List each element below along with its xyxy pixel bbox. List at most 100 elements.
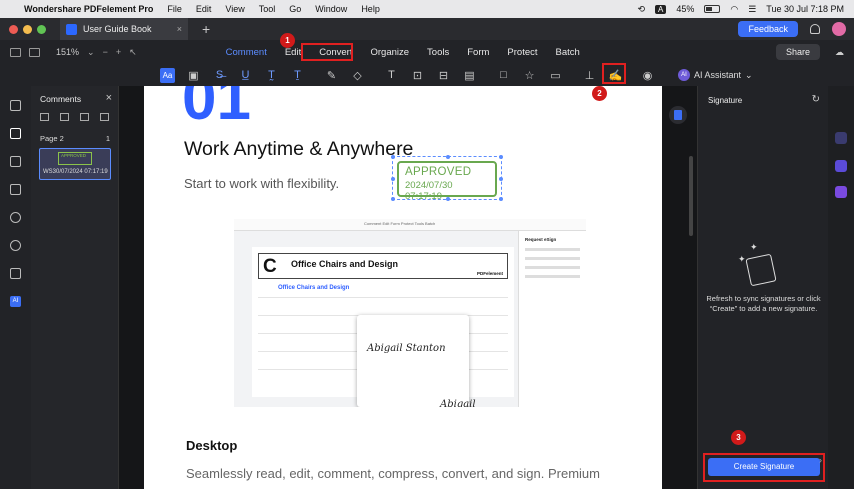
user-avatar[interactable]	[832, 22, 846, 36]
new-tab-button[interactable]: +	[202, 21, 210, 37]
page-subheading: Start to work with flexibility.	[184, 176, 340, 191]
zoom-level[interactable]: 151%	[56, 47, 79, 57]
feedback-button[interactable]: Feedback	[738, 21, 798, 37]
app-name-menu[interactable]: Wondershare PDFelement Pro	[24, 4, 153, 14]
approved-stamp-selection[interactable]: APPROVED 2024/07/30 07:17:19	[391, 155, 503, 202]
close-icon[interactable]: ×	[106, 92, 112, 104]
attachment-icon[interactable]	[10, 212, 21, 223]
menu-go[interactable]: Go	[289, 4, 301, 14]
inner-document: C Office Chairs and Design PDFelement Of…	[252, 247, 514, 407]
menu-edit[interactable]: Edit	[196, 4, 212, 14]
pdf-page[interactable]: 01 Work Anytime & Anywhere Start to work…	[144, 86, 662, 489]
vertical-scrollbar[interactable]	[689, 156, 693, 236]
menu-view[interactable]: View	[225, 4, 244, 14]
translate-icon[interactable]	[835, 186, 847, 198]
floating-convert-icon[interactable]	[669, 106, 687, 124]
zoom-dropdown-icon[interactable]: ⌄	[87, 47, 95, 58]
underline-icon[interactable]: U̲	[238, 68, 253, 83]
sort-comments-icon[interactable]	[100, 113, 109, 121]
upload-cloud-icon[interactable]: ☁	[835, 47, 844, 58]
resize-handle[interactable]	[499, 177, 503, 181]
zoom-out-icon[interactable]: −	[103, 47, 108, 57]
import-comments-icon[interactable]	[40, 113, 49, 121]
comments-page-count[interactable]: 1	[106, 134, 110, 143]
tab-form[interactable]: Form	[458, 47, 498, 58]
page-thumbnails-icon[interactable]	[10, 100, 21, 111]
approved-stamp[interactable]: APPROVED 2024/07/30 07:17:19	[397, 161, 497, 202]
layers-icon[interactable]	[10, 268, 21, 279]
sticky-note-icon[interactable]: ▤	[462, 68, 477, 83]
bookmark-icon[interactable]	[10, 156, 21, 167]
stamp-icon[interactable]: ⊥	[582, 68, 597, 83]
checklist-icon[interactable]	[835, 160, 847, 172]
time-machine-icon[interactable]: ⟲	[637, 4, 645, 15]
search-icon[interactable]	[10, 240, 21, 251]
export-comments-icon[interactable]	[60, 113, 69, 121]
resize-handle[interactable]	[499, 197, 503, 201]
inner-signature-dialog: Abigail Stanton	[357, 315, 469, 407]
share-button[interactable]: Share	[775, 44, 820, 60]
signature-panel-title: Signature	[708, 96, 743, 105]
zoom-in-icon[interactable]: +	[116, 47, 121, 57]
menu-window[interactable]: Window	[315, 4, 347, 14]
close-tab-icon[interactable]: ×	[177, 24, 182, 34]
form-fields-icon[interactable]	[10, 184, 21, 195]
filter-comments-icon[interactable]	[80, 113, 89, 121]
pin-icon[interactable]: ☆	[522, 68, 537, 83]
resize-handle[interactable]	[499, 155, 503, 159]
page-view-icon[interactable]	[29, 47, 40, 57]
notification-bell-icon[interactable]	[810, 24, 820, 34]
tab-batch[interactable]: Batch	[547, 47, 589, 58]
ai-sidebar-icon[interactable]: AI	[10, 296, 21, 307]
inner-side-title: Request eSign	[525, 237, 557, 242]
text-callout-icon[interactable]: ⊟	[436, 68, 451, 83]
comment-item-stamp[interactable]: APPROVED WS30/07/2024 07:17:19	[39, 148, 111, 180]
menu-tool[interactable]: Tool	[259, 4, 276, 14]
highlight-text-icon[interactable]: Aa	[160, 67, 175, 83]
shape-rectangle-icon[interactable]: □	[496, 68, 511, 83]
wifi-icon[interactable]: ◠	[730, 4, 738, 15]
sidebar-toggle-icon[interactable]	[10, 47, 21, 57]
close-window-button[interactable]	[9, 24, 18, 34]
text-box-icon[interactable]: ⊡	[410, 68, 425, 83]
area-highlight-icon[interactable]: ▣	[186, 68, 201, 83]
menu-help[interactable]: Help	[361, 4, 380, 14]
embedded-app-screenshot: Comment Edit Form Protect Tools Batch C …	[234, 219, 586, 407]
document-canvas[interactable]: 01 Work Anytime & Anywhere Start to work…	[119, 86, 697, 489]
resize-handle[interactable]	[391, 197, 395, 201]
measure-icon[interactable]: ▭	[548, 68, 563, 83]
tab-comment[interactable]: Comment	[217, 47, 276, 58]
zoom-window-button[interactable]	[37, 24, 46, 34]
ai-assistant-icon: AI	[678, 69, 690, 81]
strikethrough-icon[interactable]: S̶	[212, 68, 227, 83]
resize-handle[interactable]	[446, 155, 450, 159]
refresh-icon[interactable]: ↻	[812, 94, 820, 105]
clock[interactable]: Tue 30 Jul 7:18 PM	[766, 4, 844, 14]
desktop-section-title: Desktop	[186, 438, 238, 453]
comments-panel-icon[interactable]	[10, 128, 21, 139]
resize-handle[interactable]	[391, 177, 395, 181]
tab-protect[interactable]: Protect	[498, 47, 546, 58]
signature-panel: Signature ↻ ✦ ✦ Refresh to sync signatur…	[697, 86, 828, 489]
menu-file[interactable]: File	[167, 4, 182, 14]
bot-assistant-icon[interactable]	[835, 132, 847, 144]
ai-assistant-label: AI Assistant	[694, 70, 742, 80]
eraser-icon[interactable]: ◇	[350, 68, 365, 83]
insert-text-icon[interactable]: Ṯ	[290, 68, 305, 83]
inner-side-line	[525, 275, 580, 278]
battery-icon[interactable]	[704, 5, 721, 13]
right-rail	[828, 86, 854, 489]
tab-organize[interactable]: Organize	[361, 47, 418, 58]
resize-handle[interactable]	[391, 155, 395, 159]
squiggly-underline-icon[interactable]: T̰	[264, 68, 279, 83]
tab-tools[interactable]: Tools	[418, 47, 458, 58]
minimize-window-button[interactable]	[23, 24, 32, 34]
pencil-draw-icon[interactable]: ✎	[324, 68, 339, 83]
ai-assistant-button[interactable]: AI AI Assistant ⌄	[678, 69, 753, 81]
control-center-icon[interactable]: ☰	[748, 4, 756, 15]
hand-tool-icon[interactable]: ↖	[129, 47, 137, 58]
typewriter-text-icon[interactable]: T	[384, 68, 399, 83]
document-tab[interactable]: User Guide Book ×	[60, 18, 188, 40]
show-hide-comments-icon[interactable]: ◉	[640, 68, 655, 83]
input-source-indicator[interactable]: A	[654, 4, 667, 14]
